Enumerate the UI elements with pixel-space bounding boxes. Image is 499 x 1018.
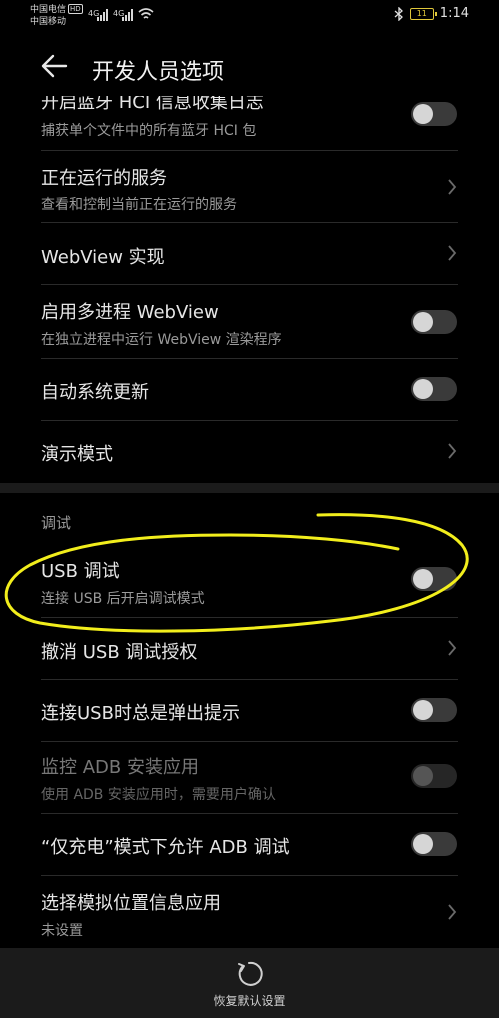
setting-revoke-usb-authorization[interactable]: 撤消 USB 调试授权 [0, 617, 499, 679]
bluetooth-icon [394, 6, 403, 21]
toggle-knob [413, 834, 433, 854]
toggle-knob [413, 104, 433, 124]
setting-auto-system-update[interactable]: 自动系统更新 [0, 358, 499, 420]
setting-mock-location-app[interactable]: 选择模拟位置信息应用 未设置 [0, 875, 499, 947]
setting-subtitle: 使用 ADB 安装应用时，需要用户确认 [41, 787, 276, 803]
auto-update-toggle[interactable] [411, 377, 457, 401]
carrier-2: 中国移动 [30, 17, 67, 27]
setting-title: 连接USB时总是弹出提示 [41, 703, 240, 724]
back-arrow-icon[interactable] [36, 48, 72, 84]
setting-demo-mode[interactable]: 演示模式 [0, 420, 499, 482]
status-right: 11 1:14 [394, 6, 469, 21]
setting-title: “仅充电”模式下允许 ADB 调试 [41, 837, 290, 858]
setting-title: 自动系统更新 [41, 382, 149, 403]
chevron-right-icon [448, 904, 457, 920]
section-separator [0, 483, 499, 493]
setting-subtitle: 连接 USB 后开启调试模式 [41, 591, 205, 607]
restore-defaults-icon[interactable] [235, 960, 263, 988]
setting-multiprocess-webview[interactable]: 启用多进程 WebView 在独立进程中运行 WebView 渲染程序 [0, 284, 499, 358]
hd-badge: HD [68, 4, 83, 14]
chevron-right-icon [448, 179, 457, 195]
signal-bars-icon [122, 9, 133, 21]
setting-subtitle: 查看和控制当前正在运行的服务 [41, 197, 237, 213]
setting-title: 启用多进程 WebView [41, 302, 219, 323]
setting-subtitle: 捕获单个文件中的所有蓝牙 HCI 包 [41, 123, 257, 139]
clock: 1:14 [439, 6, 469, 21]
usb-prompt-toggle[interactable] [411, 698, 457, 722]
multiprocess-webview-toggle[interactable] [411, 310, 457, 334]
adb-monitor-toggle [411, 764, 457, 788]
chevron-right-icon [448, 640, 457, 656]
toggle-knob [413, 700, 433, 720]
setting-title: 正在运行的服务 [41, 168, 167, 189]
setting-charge-only-adb[interactable]: “仅充电”模式下允许 ADB 调试 [0, 813, 499, 875]
setting-title: 撤消 USB 调试授权 [41, 642, 198, 663]
setting-title: WebView 实现 [41, 247, 165, 268]
setting-subtitle: 未设置 [41, 923, 83, 939]
toggle-knob [413, 379, 433, 399]
chevron-right-icon [448, 443, 457, 459]
charge-only-adb-toggle[interactable] [411, 832, 457, 856]
bluetooth-hci-toggle[interactable] [411, 102, 457, 126]
usb-debugging-toggle[interactable] [411, 567, 457, 591]
setting-title: 选择模拟位置信息应用 [41, 893, 221, 914]
carrier-1: 中国电信 HD [30, 4, 83, 15]
setting-subtitle: 在独立进程中运行 WebView 渲染程序 [41, 332, 282, 348]
bottom-bar: 恢复默认设置 [0, 948, 499, 1018]
battery-icon: 11 [409, 7, 437, 20]
setting-running-services[interactable]: 正在运行的服务 查看和控制当前正在运行的服务 [0, 150, 499, 222]
setting-title: 监控 ADB 安装应用 [41, 757, 199, 778]
chevron-right-icon [448, 245, 457, 261]
setting-title: 演示模式 [41, 444, 113, 465]
signal-bars-icon [97, 9, 108, 21]
restore-defaults-button[interactable]: 恢复默认设置 [0, 992, 499, 1009]
setting-webview-implementation[interactable]: WebView 实现 [0, 222, 499, 284]
setting-title: USB 调试 [41, 561, 120, 582]
wifi-icon [138, 8, 154, 19]
app-bar: 开发人员选项 [0, 34, 499, 96]
toggle-knob [413, 569, 433, 589]
setting-usb-connect-prompt[interactable]: 连接USB时总是弹出提示 [0, 679, 499, 741]
toggle-knob [413, 312, 433, 332]
page-title: 开发人员选项 [92, 60, 225, 85]
section-header-debug: 调试 [41, 514, 72, 532]
toggle-knob [413, 766, 433, 786]
setting-monitor-adb-installs: 监控 ADB 安装应用 使用 ADB 安装应用时，需要用户确认 [0, 741, 499, 813]
status-bar: 中国电信 HD 中国移动 4G 4G 11 1:14 [0, 0, 499, 34]
setting-usb-debugging[interactable]: USB 调试 连接 USB 后开启调试模式 [0, 545, 499, 617]
